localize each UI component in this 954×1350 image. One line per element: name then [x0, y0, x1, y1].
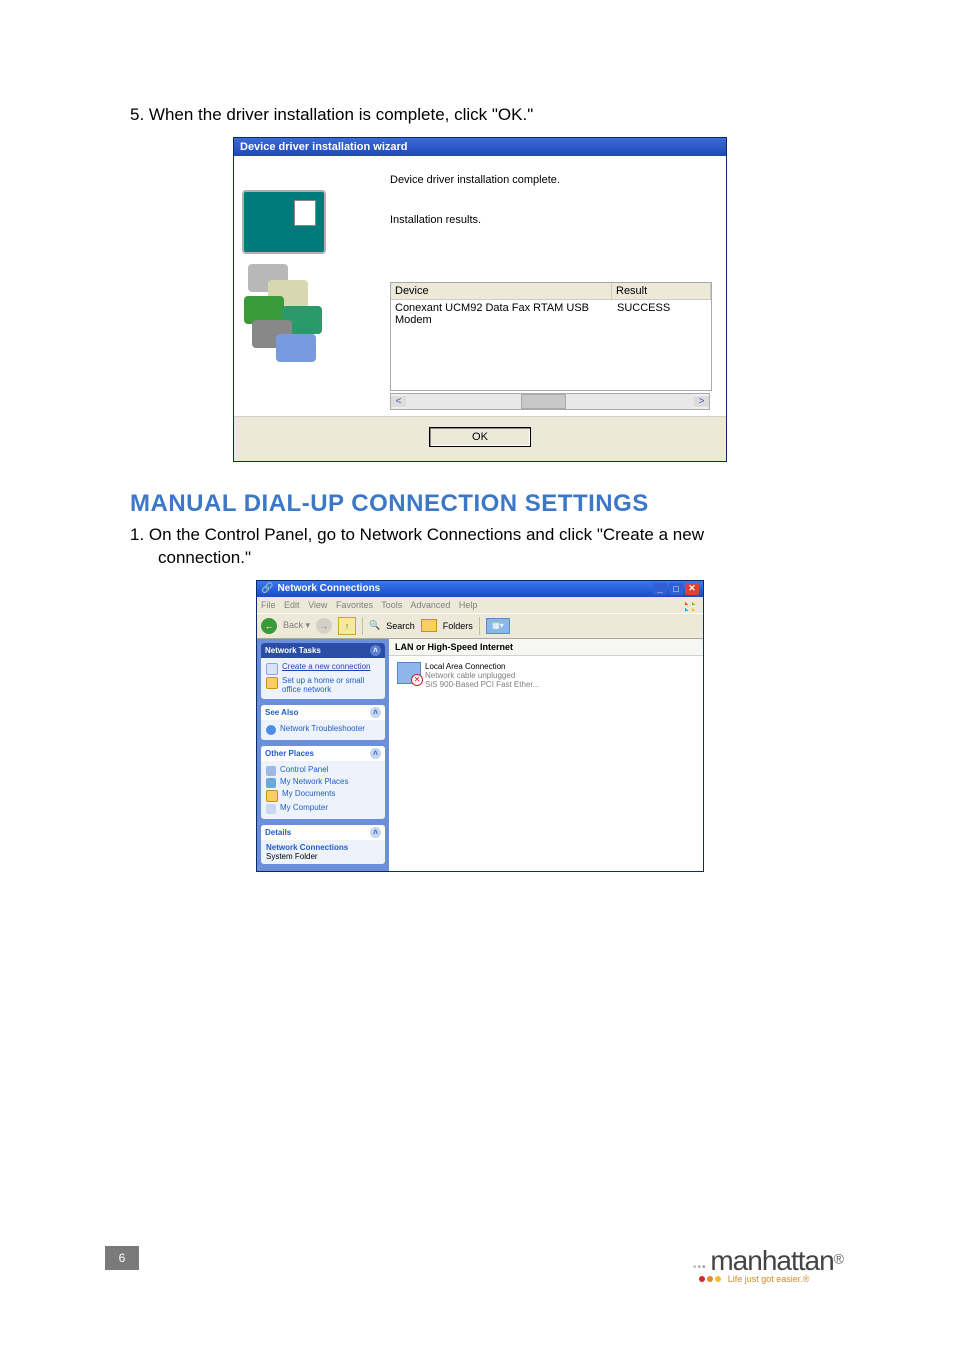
menu-tools[interactable]: Tools	[381, 600, 402, 610]
window-icon: 🔗	[261, 583, 273, 594]
collapse-icon[interactable]: ˄	[370, 645, 381, 656]
driver-wizard-window: Device driver installation wizard Device…	[233, 137, 727, 462]
other-places-header: Other Places	[265, 749, 314, 758]
scroll-left-icon[interactable]: <	[391, 396, 406, 407]
wizard-message-results: Installation results.	[390, 214, 710, 226]
maximize-button[interactable]: □	[669, 583, 683, 595]
window-title: Network Connections	[277, 583, 380, 594]
details-subtitle: System Folder	[266, 852, 380, 861]
step-5: 5. When the driver installation is compl…	[130, 104, 830, 127]
section-heading: MANUAL DIAL-UP CONNECTION SETTINGS	[130, 490, 830, 518]
result-device: Conexant UCM92 Data Fax RTAM USB Modem	[395, 302, 617, 326]
xp-titlebar: 🔗 Network Connections _ □ ✕	[257, 581, 703, 597]
ok-button[interactable]: OK	[429, 427, 531, 447]
my-network-places-link[interactable]: My Network Places	[266, 778, 380, 788]
menu-advanced[interactable]: Advanced	[410, 600, 450, 610]
result-status: SUCCESS	[617, 302, 707, 326]
new-connection-icon	[266, 663, 278, 675]
table-row: Conexant UCM92 Data Fax RTAM USB Modem S…	[391, 300, 711, 328]
lac-adapter: SiS 900-Based PCI Fast Ether...	[425, 680, 539, 689]
views-button[interactable]: ▦▾	[486, 618, 510, 634]
page-number-badge: 6	[105, 1246, 139, 1270]
other-places-panel: Other Places ˄ Control Panel My Network …	[261, 746, 385, 819]
folders-icon[interactable]	[421, 619, 437, 632]
collapse-icon[interactable]: ˄	[370, 748, 381, 759]
lan-disconnected-icon	[397, 662, 421, 684]
network-places-icon	[266, 778, 276, 788]
details-header: Details	[265, 828, 291, 837]
scroll-right-icon[interactable]: >	[694, 396, 709, 407]
step-5-text: When the driver installation is complete…	[149, 105, 533, 124]
my-documents-link[interactable]: My Documents	[266, 790, 380, 802]
details-title: Network Connections	[266, 843, 380, 852]
details-panel: Details ˄ Network Connections System Fol…	[261, 825, 385, 864]
collapse-icon[interactable]: ˄	[370, 827, 381, 838]
content-header: LAN or High-Speed Internet	[389, 639, 703, 656]
up-button[interactable]: ↑	[338, 617, 356, 635]
wizard-message-complete: Device driver installation complete.	[390, 174, 710, 186]
step-5-number: 5.	[130, 105, 144, 124]
scroll-thumb[interactable]	[521, 394, 566, 409]
menu-edit[interactable]: Edit	[284, 600, 300, 610]
network-connections-window: 🔗 Network Connections _ □ ✕ File Edit Vi…	[256, 580, 704, 872]
network-troubleshooter-link[interactable]: Network Troubleshooter	[266, 725, 380, 735]
windows-logo-icon	[685, 599, 699, 611]
setup-network-icon	[266, 677, 278, 689]
info-icon	[266, 725, 276, 735]
wizard-results-table: Device Result Conexant UCM92 Data Fax RT…	[390, 282, 712, 391]
menu-help[interactable]: Help	[459, 600, 478, 610]
create-new-connection-link[interactable]: Create a new connection	[266, 663, 380, 675]
column-header-result: Result	[612, 283, 711, 299]
search-label[interactable]: Search	[386, 621, 415, 631]
forward-button[interactable]: →	[316, 618, 332, 634]
wizard-sidebar-graphic	[234, 156, 384, 416]
lac-title: Local Area Connection	[425, 662, 539, 671]
wizard-titlebar: Device driver installation wizard	[234, 138, 726, 156]
folders-label[interactable]: Folders	[443, 621, 473, 631]
column-header-device: Device	[391, 283, 612, 299]
menu-favorites[interactable]: Favorites	[336, 600, 373, 610]
documents-icon	[266, 790, 278, 802]
menu-bar: File Edit View Favorites Tools Advanced …	[257, 597, 703, 613]
see-also-header: See Also	[265, 708, 299, 717]
step-1-text-a: On the Control Panel, go to Network Conn…	[149, 525, 704, 544]
computer-icon	[266, 804, 276, 814]
back-button-icon[interactable]: ←	[261, 618, 277, 634]
close-button[interactable]: ✕	[685, 583, 699, 595]
step-1: 1. On the Control Panel, go to Network C…	[130, 524, 830, 570]
network-tasks-header: Network Tasks	[265, 646, 321, 655]
toolbar: ← Back ▾ → ↑ 🔍 Search Folders ▦▾	[257, 613, 703, 639]
local-area-connection-item[interactable]: Local Area Connection Network cable unpl…	[389, 656, 703, 695]
back-label[interactable]: Back ▾	[283, 620, 310, 631]
minimize-button[interactable]: _	[653, 583, 667, 595]
setup-network-link[interactable]: Set up a home or small office network	[266, 677, 380, 695]
monitor-icon	[242, 190, 326, 254]
tasks-sidebar: Network Tasks ˄ Create a new connection …	[257, 639, 389, 871]
content-area: LAN or High-Speed Internet Local Area Co…	[389, 639, 703, 871]
menu-view[interactable]: View	[308, 600, 327, 610]
search-icon[interactable]: 🔍	[369, 620, 380, 631]
brand-logo: ••• manhattan® Life just got easier.®	[693, 1245, 844, 1282]
control-panel-link[interactable]: Control Panel	[266, 766, 380, 776]
see-also-panel: See Also ˄ Network Troubleshooter	[261, 705, 385, 740]
hardware-stack-icon	[242, 258, 352, 368]
lac-status: Network cable unplugged	[425, 671, 539, 680]
brand-name: manhattan	[710, 1245, 833, 1276]
my-computer-link[interactable]: My Computer	[266, 804, 380, 814]
control-panel-icon	[266, 766, 276, 776]
step-1-number: 1.	[130, 525, 144, 544]
collapse-icon[interactable]: ˄	[370, 707, 381, 718]
horizontal-scrollbar[interactable]: < >	[390, 393, 710, 410]
step-1-text-b: connection."	[158, 547, 830, 570]
network-tasks-panel: Network Tasks ˄ Create a new connection …	[261, 643, 385, 700]
brand-tagline: Life just got easier.®	[728, 1274, 810, 1284]
menu-file[interactable]: File	[261, 600, 276, 610]
